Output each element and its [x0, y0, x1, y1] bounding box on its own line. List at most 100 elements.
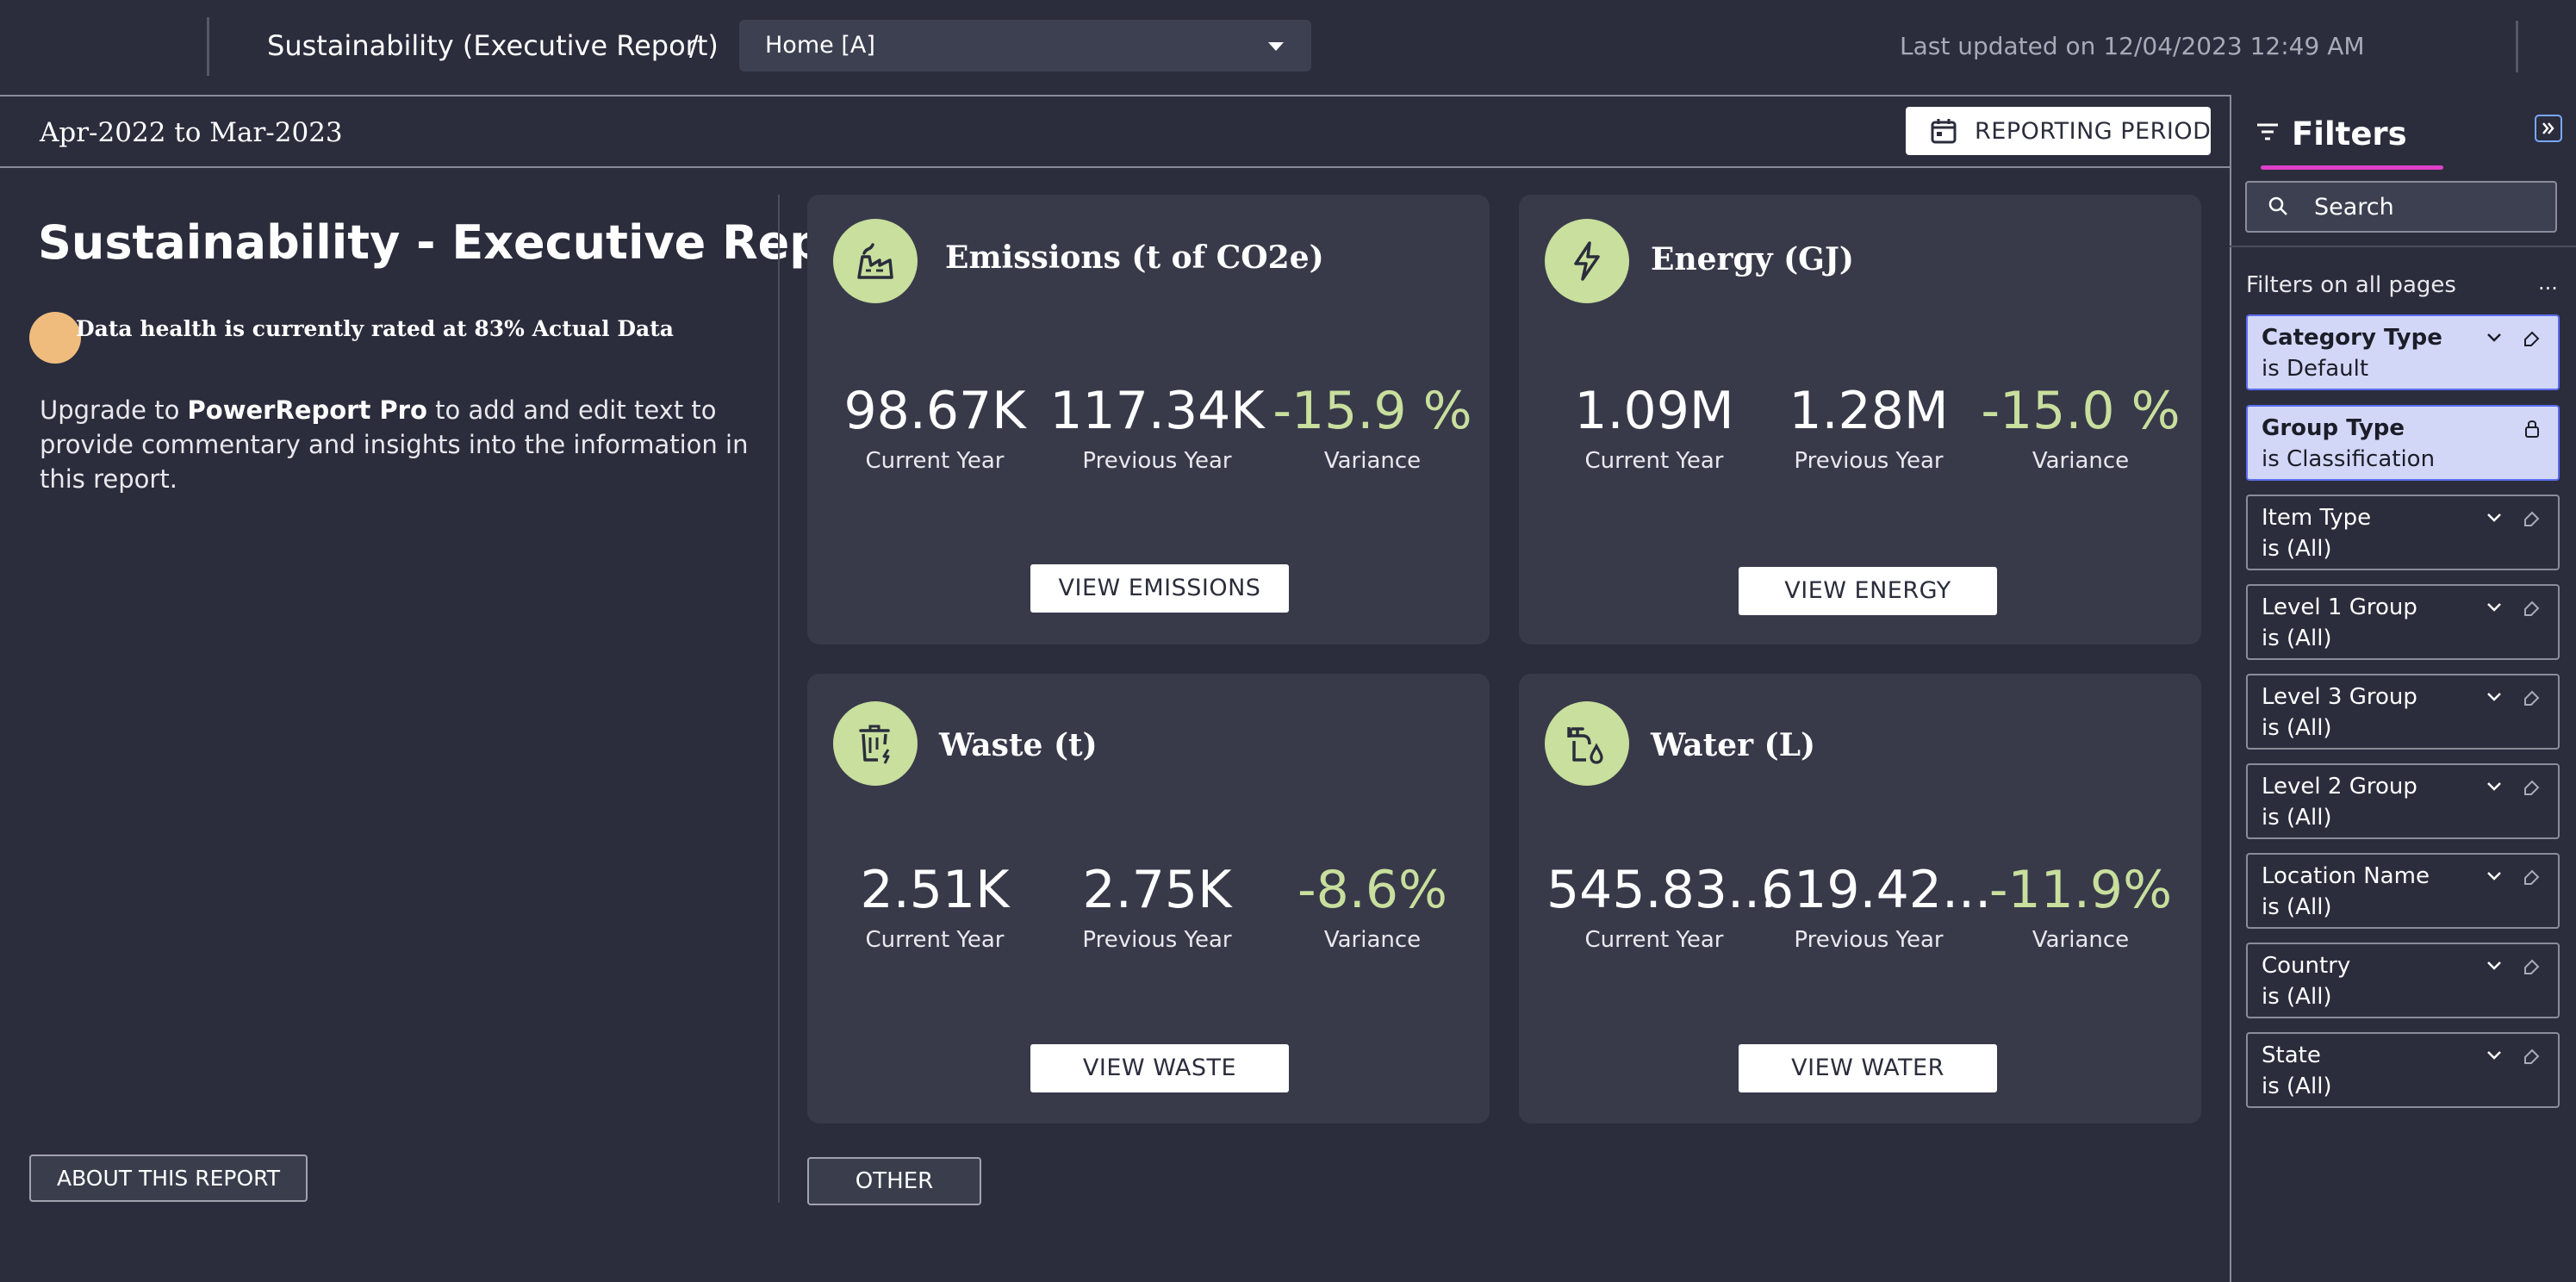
upgrade-prefix: Upgrade to	[40, 395, 188, 425]
chevron-down-icon[interactable]	[2486, 781, 2503, 793]
filter-value: is (All)	[2262, 805, 2332, 831]
filter-card[interactable]: Level 3 Group is (All)	[2246, 674, 2560, 750]
energy-previous-value: 1.28M	[1789, 381, 1949, 441]
filter-card[interactable]: Item Type is (All)	[2246, 495, 2560, 570]
energy-current-value: 1.09M	[1574, 381, 1734, 441]
more-options-button[interactable]: ...	[2538, 271, 2558, 295]
filter-name: Level 2 Group	[2262, 774, 2417, 800]
eraser-icon[interactable]	[2522, 510, 2541, 529]
waste-previous-value: 2.75K	[1082, 860, 1232, 920]
eraser-icon[interactable]	[2522, 689, 2541, 708]
filters-tab-indicator	[2261, 165, 2443, 170]
filter-name: Group Type	[2262, 415, 2405, 441]
filter-search-placeholder: Search	[2314, 194, 2394, 221]
water-current-metric: 545.83... Current Year	[1546, 860, 1777, 953]
filter-name: Category Type	[2262, 325, 2442, 351]
filter-value: is (All)	[2262, 536, 2332, 562]
period-text: Apr-2022 to Mar-2023	[40, 117, 343, 148]
eraser-icon[interactable]	[2522, 330, 2541, 349]
emissions-title: Emissions (t of CO2e)	[945, 240, 1324, 276]
water-card: Water (L) 545.83... Current Year 619.42.…	[1519, 674, 2201, 1123]
water-previous-value: 619.42...	[1761, 860, 1992, 920]
eraser-icon[interactable]	[2522, 779, 2541, 798]
chevron-down-icon[interactable]	[2486, 960, 2503, 972]
reporting-period-button[interactable]: REPORTING PERIOD	[1906, 107, 2211, 155]
filter-card[interactable]: Country is (All)	[2246, 943, 2560, 1018]
eraser-icon[interactable]	[2522, 958, 2541, 977]
filters-section-label: Filters on all pages	[2246, 272, 2456, 298]
search-icon	[2268, 196, 2287, 215]
emissions-previous-metric: 117.34K Previous Year	[1049, 381, 1265, 474]
trash-icon	[833, 701, 918, 786]
filter-name: State	[2262, 1042, 2321, 1068]
energy-previous-label: Previous Year	[1794, 448, 1944, 474]
chevron-down-icon[interactable]	[2486, 1049, 2503, 1061]
waste-current-label: Current Year	[865, 927, 1005, 953]
lock-icon	[2525, 420, 2539, 438]
filter-card[interactable]: Category Type is Default	[2246, 314, 2560, 390]
water-variance-label: Variance	[2032, 927, 2130, 953]
emissions-current-label: Current Year	[865, 448, 1005, 474]
upgrade-brand: PowerReport Pro	[187, 395, 427, 425]
waste-variance-label: Variance	[1323, 927, 1422, 953]
divider	[778, 195, 780, 1203]
energy-current-metric: 1.09M Current Year	[1546, 381, 1762, 474]
filter-value: is (All)	[2262, 894, 2332, 920]
filter-icon	[2257, 123, 2278, 140]
filter-card[interactable]: Group Type is Classification	[2246, 405, 2560, 481]
water-previous-label: Previous Year	[1794, 927, 1944, 953]
emissions-previous-label: Previous Year	[1082, 448, 1232, 474]
filter-value: is (All)	[2262, 715, 2332, 741]
about-report-button[interactable]: ABOUT THIS REPORT	[29, 1154, 308, 1202]
chevron-down-icon[interactable]	[2486, 332, 2503, 344]
emissions-variance-metric: -15.9 % Variance	[1265, 381, 1480, 474]
view-emissions-button[interactable]: VIEW EMISSIONS	[1030, 564, 1289, 613]
waste-title: Waste (t)	[939, 727, 1098, 763]
filter-value: is (All)	[2262, 625, 2332, 651]
chevron-down-icon[interactable]	[2486, 601, 2503, 613]
emissions-card: Emissions (t of CO2e) 98.67K Current Yea…	[807, 195, 1490, 644]
energy-variance-value: -15.0 %	[1981, 381, 2181, 441]
water-variance-value: -11.9%	[1988, 860, 2173, 920]
calendar-icon	[1931, 119, 1957, 144]
eraser-icon[interactable]	[2522, 600, 2541, 619]
energy-current-label: Current Year	[1584, 448, 1724, 474]
chevron-down-icon[interactable]	[2486, 691, 2503, 703]
filter-value: is (All)	[2262, 1074, 2332, 1099]
view-waste-button[interactable]: VIEW WASTE	[1030, 1044, 1289, 1092]
emissions-variance-label: Variance	[1323, 448, 1422, 474]
filter-name: Country	[2262, 953, 2351, 979]
chevron-down-icon[interactable]	[2486, 870, 2503, 882]
filter-value: is (All)	[2262, 984, 2332, 1010]
divider	[0, 166, 2230, 168]
eraser-icon[interactable]	[2522, 868, 2541, 887]
eraser-icon[interactable]	[2522, 1048, 2541, 1067]
filters-title: Filters	[2292, 115, 2407, 152]
page-select-dropdown[interactable]: Home [A]	[739, 20, 1311, 72]
filter-card[interactable]: Location Name is (All)	[2246, 853, 2560, 929]
view-energy-button[interactable]: VIEW ENERGY	[1739, 567, 1997, 615]
water-current-value: 545.83...	[1546, 860, 1777, 920]
energy-card: Energy (GJ) 1.09M Current Year 1.28M Pre…	[1519, 195, 2201, 644]
filter-card[interactable]: State is (All)	[2246, 1032, 2560, 1108]
breadcrumb-report-title[interactable]: Sustainability (Executive Report)	[267, 29, 719, 62]
filter-card[interactable]: Level 2 Group is (All)	[2246, 763, 2560, 839]
last-updated-text: Last updated on 12/04/2023 12:49 AM	[1900, 32, 2365, 60]
emissions-current-metric: 98.67K Current Year	[827, 381, 1042, 474]
filter-name: Location Name	[2262, 863, 2430, 889]
chevron-down-icon[interactable]	[2486, 512, 2503, 524]
filter-name: Level 3 Group	[2262, 684, 2417, 710]
waste-variance-value: -8.6%	[1297, 860, 1448, 920]
water-current-label: Current Year	[1584, 927, 1724, 953]
filter-name: Item Type	[2262, 505, 2372, 531]
other-button[interactable]: OTHER	[807, 1157, 981, 1205]
double-chevron-right-icon	[2542, 122, 2554, 134]
emissions-current-value: 98.67K	[843, 381, 1026, 441]
divider	[2230, 246, 2576, 247]
collapse-filters-button[interactable]	[2535, 115, 2562, 142]
filter-card[interactable]: Level 1 Group is (All)	[2246, 584, 2560, 660]
upgrade-text: Upgrade to PowerReport Pro to add and ed…	[40, 393, 763, 496]
filter-value: is Classification	[2262, 446, 2436, 472]
filter-search-input[interactable]: Search	[2245, 181, 2557, 233]
view-water-button[interactable]: VIEW WATER	[1739, 1044, 1997, 1092]
